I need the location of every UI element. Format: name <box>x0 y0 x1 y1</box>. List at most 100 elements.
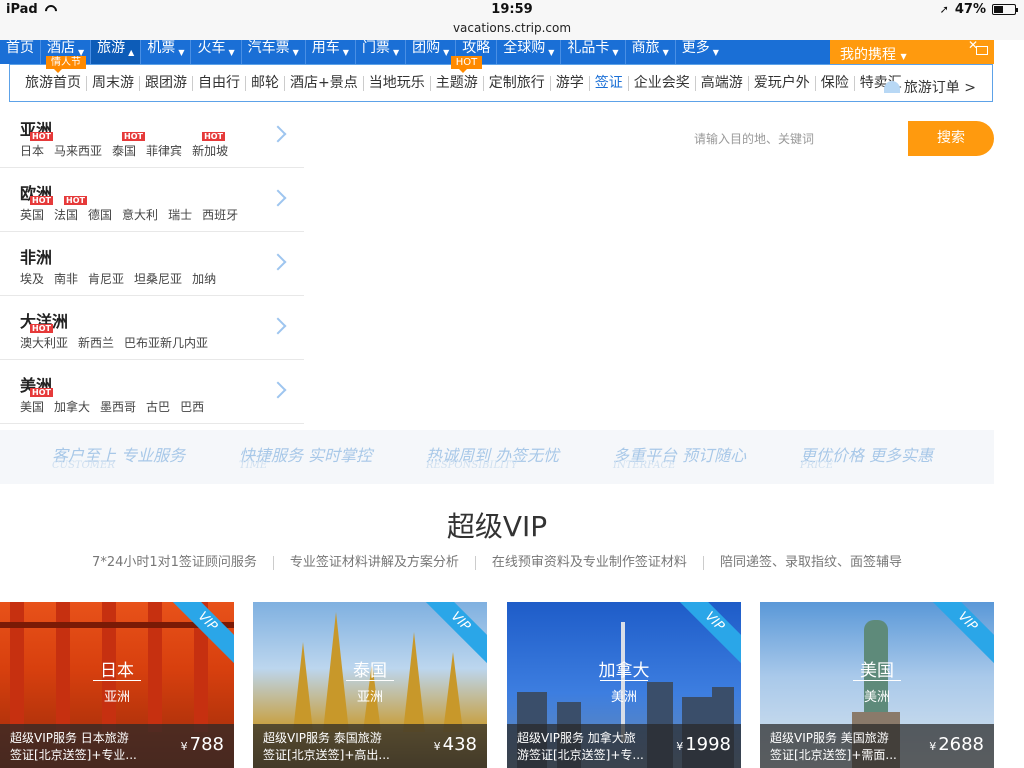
subnav-item[interactable]: 主题游 HOT <box>429 55 483 91</box>
my-trip-menu[interactable]: 我的携程 ▼ ✕ <box>830 38 994 64</box>
nav-item[interactable]: 火车 ▼ <box>190 40 240 64</box>
nav-item[interactable]: 旅游 ▲ <box>90 40 141 64</box>
nav-item[interactable]: 用车 ▼ <box>304 40 355 64</box>
card-price: ¥2688 <box>929 734 984 755</box>
country-name: 加纳 <box>192 272 217 286</box>
vip-product-card[interactable]: VIP 日本 亚洲 超级VIP服务 日本旅游 签证[北京送签]+专业... ¥788 <box>0 602 234 768</box>
subnav-item[interactable]: 爱玩户外 <box>747 74 815 91</box>
subnav-item[interactable]: 跟团游 <box>139 75 192 91</box>
chevron-right-icon[interactable] <box>269 381 287 399</box>
country-link[interactable]: 巴西 <box>180 398 204 415</box>
subnav-item[interactable]: 企业会奖 <box>627 75 695 91</box>
subnav-item[interactable]: 周末游 <box>86 75 139 91</box>
country-link[interactable]: 肯尼亚 <box>88 270 124 287</box>
nav-item-label: 门票 <box>361 40 390 56</box>
subnav-item[interactable]: 定制旅行 <box>482 75 550 91</box>
subnav-item-label: 爱玩户外 <box>753 74 810 91</box>
card-divider <box>853 680 901 681</box>
subnav-item[interactable]: 当地玩乐 <box>362 75 430 91</box>
continent-row[interactable]: 非洲 埃及 南非 肯尼亚 坦桑尼亚 加纳 <box>0 232 304 296</box>
chevron-right-icon[interactable] <box>269 189 287 207</box>
card-region: 亚洲 <box>103 690 130 705</box>
nav-item-label: 商旅 <box>631 40 660 56</box>
country-name: 意大利 <box>122 208 159 222</box>
country-link[interactable]: 瑞士 <box>168 206 192 223</box>
card-desc-line: 超级VIP服务 泰国旅游 <box>263 731 382 745</box>
country-link[interactable]: 古巴 <box>146 398 170 415</box>
nav-item[interactable]: 全球购 ▼ <box>496 40 560 64</box>
nav-item[interactable]: 机票 ▼ <box>140 40 190 64</box>
hot-badge: HOT <box>30 388 53 397</box>
country-link[interactable]: 巴布亚新几内亚 <box>124 334 208 351</box>
chevron-right-icon[interactable] <box>269 125 287 143</box>
nav-item[interactable]: 汽车票 ▼ <box>240 40 305 64</box>
country-name: 日本 <box>20 144 45 158</box>
vip-cards: VIP 日本 亚洲 超级VIP服务 日本旅游 签证[北京送签]+专业... ¥788 VIP… <box>0 602 994 768</box>
subnav-item[interactable]: 自由行 <box>192 75 245 91</box>
caret-down-icon: ▼ <box>443 48 450 57</box>
country-link[interactable]: 埃及 <box>20 270 44 287</box>
vip-feature: 在线预审资料及专业制作签证材料 <box>474 556 703 570</box>
vip-product-card[interactable]: VIP 加拿大 美洲 超级VIP服务 加拿大旅 游签证[北京送签]+专... ¥1998 <box>507 602 741 768</box>
subnav-item[interactable]: 签证 <box>588 75 628 91</box>
continent-row[interactable]: 大洋洲 澳大利亚 HOT 新西兰 巴布亚新几内亚 <box>0 296 304 360</box>
chevron-right-icon[interactable] <box>269 253 287 271</box>
hot-badge: HOT <box>30 324 53 333</box>
country-link[interactable]: 墨西哥 <box>100 398 136 415</box>
country-link[interactable]: 西班牙 <box>202 206 238 223</box>
nav-item[interactable]: 首页 <box>0 40 40 64</box>
subnav-item[interactable]: 邮轮 <box>245 75 284 91</box>
slogan-item: 客户至上 专业服务 CUSTOMER <box>52 430 239 484</box>
status-bar: iPad 19:59 ➚ 47% <box>0 0 1024 20</box>
country-link[interactable]: 新加坡 HOT <box>192 132 228 159</box>
vip-title: 超级VIP <box>446 510 548 543</box>
country-link[interactable]: 马来西亚 <box>54 142 102 159</box>
search-input[interactable]: 请输入目的地、关键词 <box>680 123 908 155</box>
hot-badge: HOT <box>30 132 53 141</box>
vip-product-card[interactable]: VIP 泰国 亚洲 超级VIP服务 泰国旅游 签证[北京送签]+高出... ¥438 <box>253 602 487 768</box>
subnav-item[interactable]: 酒店+景点 <box>284 75 363 91</box>
nav-item[interactable]: 门票 ▼ <box>354 40 405 64</box>
subnav-item[interactable]: 游学 <box>549 75 589 91</box>
country-link[interactable]: 意大利 <box>122 206 158 223</box>
continent-row[interactable]: 欧洲 英国 HOT 法国 HOT 德国 意大利 瑞士 西班牙 <box>0 168 304 232</box>
country-link[interactable]: 加拿大 <box>54 398 90 415</box>
nav-item[interactable]: 更多 ▼ <box>674 40 725 64</box>
nav-item[interactable]: 团购 ▼ <box>405 40 455 64</box>
country-link[interactable]: 日本 HOT <box>20 132 53 159</box>
card-divider <box>346 680 394 681</box>
subnav-item-label: 保险 <box>820 74 849 91</box>
country-link[interactable]: 南非 <box>54 270 78 287</box>
chevron-right-icon[interactable] <box>269 317 287 335</box>
slogan-subtext: PRICE <box>800 460 834 471</box>
country-link[interactable]: 美国 HOT <box>20 388 53 415</box>
country-link[interactable]: 德国 <box>88 206 112 223</box>
search-button[interactable]: 搜索 <box>908 121 994 156</box>
card-description: 超级VIP服务 泰国旅游 签证[北京送签]+高出... <box>263 730 423 764</box>
country-link[interactable]: 英国 HOT <box>20 196 53 223</box>
nav-item-label: 机票 <box>147 40 176 56</box>
clock: 19:59 <box>491 2 533 17</box>
country-link[interactable]: 泰国 HOT <box>112 132 145 159</box>
nav-item[interactable]: 商旅 ▼ <box>624 40 675 64</box>
country-link[interactable]: 新西兰 <box>78 334 114 351</box>
mail-icon[interactable] <box>976 46 988 55</box>
continent-row[interactable]: 亚洲 日本 HOT 马来西亚 泰国 HOT 菲律宾 新加坡 HOT <box>0 104 304 168</box>
subnav-item[interactable]: 高端游 <box>694 75 748 91</box>
country-list: 英国 HOT 法国 HOT 德国 意大利 瑞士 西班牙 <box>20 196 238 223</box>
country-link[interactable]: 澳大利亚 HOT <box>20 324 68 351</box>
country-link[interactable]: 坦桑尼亚 <box>134 270 182 287</box>
address-bar[interactable]: vacations.ctrip.com <box>0 20 1024 40</box>
subnav-item[interactable]: 保险 <box>814 74 854 91</box>
vip-product-card[interactable]: VIP 美国 美洲 超级VIP服务 美国旅游 签证[北京送签]+需面... ¥2688 <box>760 602 994 768</box>
subnav-item[interactable]: 旅游首页 情人节 <box>20 55 86 91</box>
country-link[interactable]: 法国 HOT <box>54 196 87 223</box>
country-link[interactable]: 菲律宾 <box>146 142 182 159</box>
country-link[interactable]: 加纳 <box>192 270 216 287</box>
slogan-subtext: TIME <box>239 460 268 471</box>
nav-item[interactable]: 礼品卡 ▼ <box>560 40 624 64</box>
tour-order-label: 旅游订单 > <box>903 80 976 96</box>
continent-row[interactable]: 美洲 美国 HOT 加拿大 墨西哥 古巴 巴西 <box>0 360 304 424</box>
caret-down-icon: ▼ <box>712 48 719 57</box>
tour-order-link[interactable]: 旅游订单 > <box>883 77 976 97</box>
